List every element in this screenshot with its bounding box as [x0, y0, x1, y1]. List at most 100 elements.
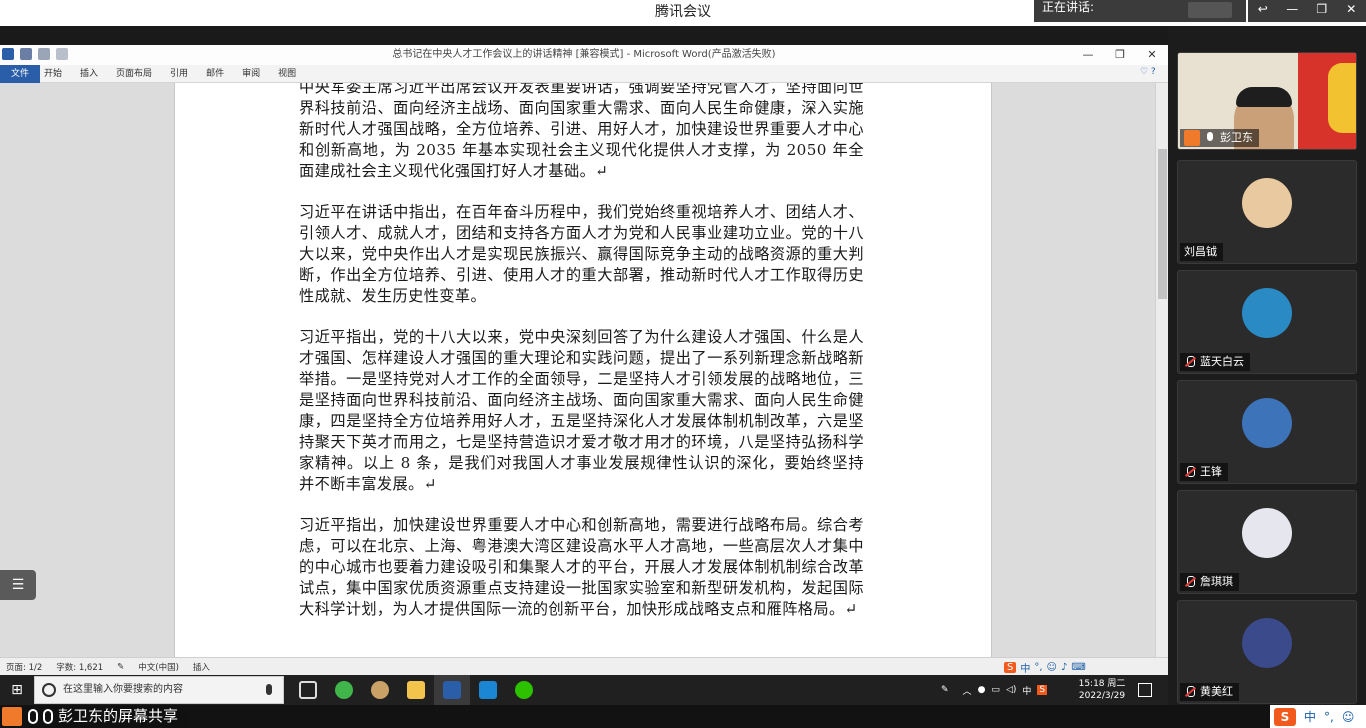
share-speaker-icon[interactable] — [43, 709, 53, 724]
clock-date: 2022/3/29 — [1078, 691, 1126, 701]
notification-icon[interactable] — [1138, 683, 1152, 697]
punct-icon[interactable]: °, — [1034, 662, 1042, 673]
network-icon[interactable]: ▭ — [991, 685, 1000, 695]
speaking-avatar — [1188, 2, 1232, 18]
status-mode[interactable]: 插入 — [193, 661, 210, 673]
document-area[interactable]: 中央军委主席习近平出席会议并发表重要讲话，强调要坚持党管人才，坚持面向世界科技前… — [0, 83, 1155, 657]
ime-toolbar: S 中 °, ☺ ♪ ⌨ — [1004, 659, 1086, 675]
tray-app-icon[interactable]: ● — [978, 685, 986, 695]
word-ribbon: 文件 开始 插入 页面布局 引用 邮件 审阅 视图 ♡ ? — [0, 65, 1168, 83]
shared-screen-word: 总书记在中央人才工作会议上的讲话精神 [兼容模式] - Microsoft Wo… — [0, 45, 1168, 675]
participant-tile[interactable]: 蓝天白云 — [1177, 270, 1357, 374]
keyboard-icon[interactable]: ⌨ — [1071, 662, 1085, 673]
word-close-button[interactable]: ✕ — [1136, 45, 1168, 65]
sogou-logo-icon[interactable]: S — [1274, 707, 1296, 726]
file-tab[interactable]: 文件 — [0, 65, 40, 83]
word-window-controls: — ❐ ✕ — [1072, 45, 1168, 65]
close-button[interactable]: ✕ — [1337, 0, 1366, 22]
video-background-accent — [1328, 63, 1356, 133]
scrollbar-thumb[interactable] — [1158, 149, 1167, 299]
paragraph: 习近平指出，党的十八大以来，党中央深刻回答了为什么建设人才强国、什么是人才强国、… — [299, 328, 864, 493]
ribbon-tabs: 开始 插入 页面布局 引用 邮件 审阅 视图 — [44, 65, 314, 83]
redo-icon[interactable] — [56, 48, 68, 60]
pen-icon[interactable]: ✎ — [941, 685, 949, 695]
file-explorer-icon[interactable] — [398, 675, 434, 705]
ime-lang[interactable]: 中 — [1020, 660, 1030, 675]
share-mic-icon[interactable] — [28, 709, 38, 724]
participant-video-hair — [1236, 87, 1292, 107]
voice-icon[interactable]: ♪ — [1061, 662, 1067, 673]
minimize-button[interactable]: — — [1278, 0, 1308, 22]
ime-emoji-icon[interactable]: ☺ — [1342, 710, 1355, 724]
status-page[interactable]: 页面: 1/2 — [6, 661, 42, 673]
participant-name-tag: 蓝天白云 — [1180, 353, 1250, 371]
participant-tile-video[interactable]: 彭卫东 — [1177, 52, 1357, 150]
system-tray: ✎ ︿ ● ▭ ◁) 中 S — [935, 675, 1168, 705]
document-text[interactable]: 中央军委主席习近平出席会议并发表重要讲话，强调要坚持党管人才，坚持面向世界科技前… — [299, 83, 864, 640]
save-icon[interactable] — [20, 48, 32, 60]
participant-avatar — [1242, 288, 1292, 338]
participant-name: 刘昌钺 — [1184, 245, 1217, 258]
tab-insert[interactable]: 插入 — [80, 65, 98, 83]
word-maximize-button[interactable]: ❐ — [1104, 45, 1136, 65]
spellcheck-icon[interactable]: ✎ — [117, 662, 124, 672]
undo-icon[interactable] — [38, 48, 50, 60]
ime-floating-bar: S 中 °, ☺ — [1270, 705, 1366, 728]
windows-start-icon[interactable]: ⊞ — [0, 675, 34, 705]
word-app-icon[interactable] — [434, 675, 470, 705]
meeting-window-controls: ↩ — ❐ ✕ — [1248, 0, 1366, 22]
photos-icon[interactable] — [470, 675, 506, 705]
participant-avatar — [1242, 398, 1292, 448]
tab-layout[interactable]: 页面布局 — [116, 65, 152, 83]
vertical-scrollbar[interactable] — [1155, 83, 1168, 657]
participant-tile[interactable]: 王锋 — [1177, 380, 1357, 484]
participant-name-tag: 彭卫东 — [1180, 129, 1259, 147]
participant-tile[interactable]: 刘昌钺 — [1177, 160, 1357, 264]
participant-name: 王锋 — [1200, 465, 1222, 478]
volume-icon[interactable]: ◁) — [1006, 685, 1016, 695]
taskbar-clock[interactable]: 15:18 周二 2022/3/29 — [1074, 678, 1130, 704]
word-icon[interactable] — [2, 48, 14, 60]
help-icon[interactable]: ♡ ? — [1140, 67, 1164, 81]
participant-tile[interactable]: 詹琪琪 — [1177, 490, 1357, 594]
ime-punct[interactable]: °, — [1324, 710, 1334, 724]
mic-muted-icon — [1184, 466, 1196, 478]
chevron-up-icon[interactable]: ︿ — [963, 684, 972, 697]
participant-name-tag: 刘昌钺 — [1180, 243, 1223, 261]
wechat-icon[interactable] — [506, 675, 542, 705]
tab-review[interactable]: 审阅 — [242, 65, 260, 83]
list-menu-icon[interactable]: ☰ — [0, 570, 36, 600]
participant-name: 黄美红 — [1200, 685, 1233, 698]
mic-muted-icon — [1184, 686, 1196, 698]
tab-mailings[interactable]: 邮件 — [206, 65, 224, 83]
microphone-icon[interactable] — [266, 684, 272, 695]
document-page[interactable]: 中央军委主席习近平出席会议并发表重要讲话，强调要坚持党管人才，坚持面向世界科技前… — [174, 83, 992, 657]
host-icon — [1184, 130, 1200, 146]
status-language[interactable]: 中文(中国) — [138, 661, 179, 673]
task-view-icon[interactable] — [290, 675, 326, 705]
participant-name: 詹琪琪 — [1200, 575, 1233, 588]
tab-view[interactable]: 视图 — [278, 65, 296, 83]
sogou-tray-icon[interactable]: S — [1037, 685, 1048, 695]
search-icon — [42, 683, 56, 697]
word-title-bar: 总书记在中央人才工作会议上的讲话精神 [兼容模式] - Microsoft Wo… — [0, 45, 1168, 65]
word-minimize-button[interactable]: — — [1072, 45, 1104, 65]
ime-language[interactable]: 中 — [1304, 708, 1316, 725]
palette-icon[interactable] — [362, 675, 398, 705]
exit-fullscreen-button[interactable]: ↩ — [1248, 0, 1278, 22]
taskbar-search-input[interactable]: 在这里输入你要搜索的内容 — [34, 676, 284, 704]
taskbar-apps — [290, 675, 542, 705]
participant-name-tag: 王锋 — [1180, 463, 1228, 481]
sogou-icon[interactable]: S — [1004, 661, 1017, 673]
maximize-button[interactable]: ❐ — [1307, 0, 1337, 22]
participant-tile[interactable]: 黄美红 — [1177, 600, 1357, 704]
emoji-icon[interactable]: ☺ — [1047, 662, 1057, 673]
tab-home[interactable]: 开始 — [44, 65, 62, 83]
status-words[interactable]: 字数: 1,621 — [56, 661, 103, 673]
mic-muted-icon — [1184, 356, 1196, 368]
word-window-title: 总书记在中央人才工作会议上的讲话精神 [兼容模式] - Microsoft Wo… — [392, 49, 776, 60]
tray-ime[interactable]: 中 — [1022, 684, 1031, 697]
browser-icon[interactable] — [326, 675, 362, 705]
tab-references[interactable]: 引用 — [170, 65, 188, 83]
participant-name-tag: 詹琪琪 — [1180, 573, 1239, 591]
